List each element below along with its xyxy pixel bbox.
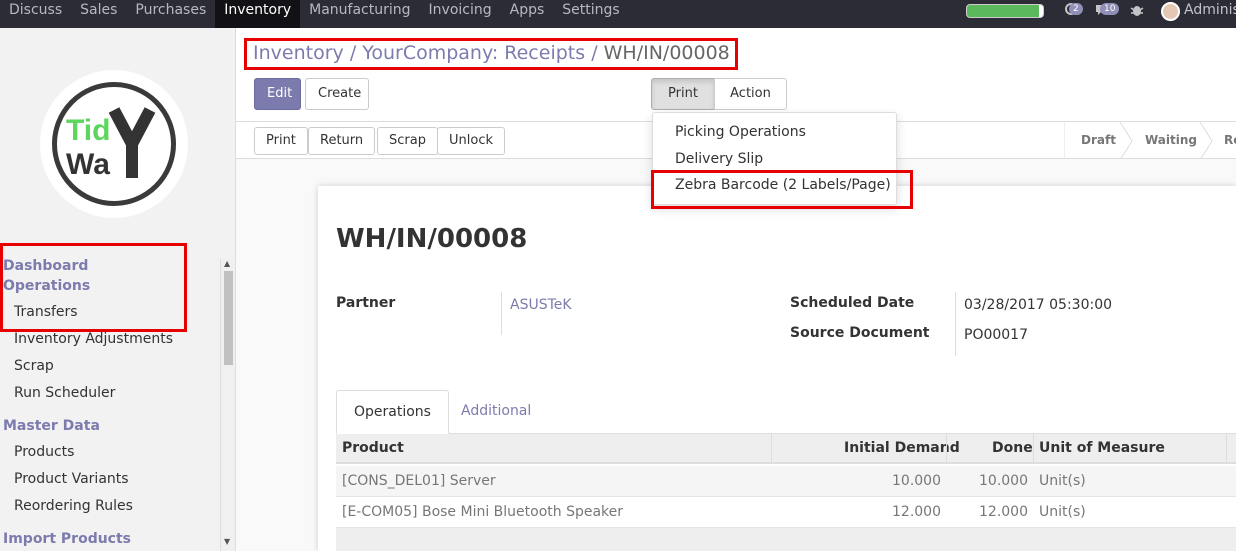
cell-unit-of-measure: Unit(s) — [1039, 504, 1086, 520]
logo-mark: Tid Wa — [66, 107, 156, 181]
field-separator — [501, 292, 502, 335]
column-separator — [771, 434, 772, 464]
document-title: WH/IN/00008 — [336, 224, 528, 254]
sidebar-item-scrap[interactable]: Scrap — [14, 358, 54, 374]
user-avatar[interactable] — [1161, 2, 1180, 21]
table-row[interactable]: [CONS_DEL01] Server 10.000 10.000 Unit(s… — [336, 466, 1236, 497]
cell-initial-demand: 10.000 — [892, 473, 941, 489]
scrap-button[interactable]: Scrap — [377, 127, 438, 155]
field-separator — [955, 292, 956, 356]
main-menu: Discuss Sales Purchases Inventory Manufa… — [0, 0, 629, 28]
column-done[interactable]: Done — [992, 440, 1033, 456]
print-button[interactable]: Print — [254, 127, 308, 155]
sidebar-item-run-scheduler[interactable]: Run Scheduler — [14, 385, 115, 401]
tab-additional-info[interactable]: Additional Info — [444, 390, 548, 461]
cell-done: 12.000 — [979, 504, 1028, 520]
create-button[interactable]: Create — [305, 78, 369, 110]
column-separator — [1033, 434, 1034, 464]
progress-fill — [967, 5, 1040, 17]
tab-operations[interactable]: Operations — [336, 390, 449, 434]
print-dropdown-label: Print — [668, 86, 698, 101]
column-product[interactable]: Product — [342, 440, 404, 456]
column-separator — [946, 434, 947, 464]
sidebar-item-products[interactable]: Products — [14, 444, 74, 460]
sidebar-scrollbar[interactable]: ▲ ▼ — [220, 259, 235, 551]
cell-done: 10.000 — [979, 473, 1028, 489]
scroll-up-arrow-icon[interactable]: ▲ — [224, 259, 230, 268]
menu-invoicing[interactable]: Invoicing — [420, 0, 501, 28]
scroll-down-arrow-icon[interactable]: ▼ — [224, 537, 230, 546]
column-initial-demand[interactable]: Initial Demand — [844, 440, 960, 456]
sidebar-section-import-products[interactable]: Import Products — [3, 531, 131, 547]
column-unit-of-measure[interactable]: Unit of Measure — [1039, 440, 1165, 456]
menu-sales[interactable]: Sales — [71, 0, 126, 28]
menu-settings[interactable]: Settings — [553, 0, 628, 28]
action-dropdown-button[interactable]: Action — [714, 78, 787, 126]
return-button[interactable]: Return — [308, 127, 376, 155]
scheduled-date-label: Scheduled Date — [790, 295, 915, 311]
menu-purchases[interactable]: Purchases — [126, 0, 215, 28]
sidebar-section-master-data[interactable]: Master Data — [3, 418, 100, 434]
svg-text:Wa: Wa — [66, 148, 110, 181]
partner-label: Partner — [336, 295, 396, 311]
column-separator — [1226, 434, 1227, 464]
menu-apps[interactable]: Apps — [501, 0, 554, 28]
highlight-box-breadcrumb — [244, 38, 738, 70]
source-document-value: PO00017 — [964, 327, 1028, 343]
top-navbar: Discuss Sales Purchases Inventory Manufa… — [0, 0, 1236, 28]
user-name[interactable]: Adminis — [1184, 2, 1236, 18]
menu-item-delivery-slip[interactable]: Delivery Slip — [675, 151, 763, 167]
sidebar-item-reordering-rules[interactable]: Reordering Rules — [14, 498, 133, 514]
menu-discuss[interactable]: Discuss — [0, 0, 71, 28]
sidebar-item-product-variants[interactable]: Product Variants — [14, 471, 129, 487]
cell-unit-of-measure: Unit(s) — [1039, 473, 1086, 489]
sidebar-item-inventory-adjustments[interactable]: Inventory Adjustments — [14, 331, 173, 347]
highlight-box-zebra-barcode — [651, 170, 913, 209]
table-row[interactable]: [E-COM05] Bose Mini Bluetooth Speaker 12… — [336, 497, 1236, 528]
stage-waiting[interactable]: Waiting — [1145, 122, 1197, 160]
svg-text:Tid: Tid — [66, 114, 110, 147]
edit-button[interactable]: Edit — [254, 78, 301, 110]
print-dropdown-button[interactable]: Print — [651, 78, 715, 126]
table-header: Product Initial Demand Done Unit of Meas… — [336, 434, 1236, 464]
scrollbar-thumb[interactable] — [224, 271, 233, 365]
menu-manufacturing[interactable]: Manufacturing — [300, 0, 419, 28]
scheduled-date-value: 03/28/2017 05:30:00 — [964, 297, 1113, 313]
source-document-label: Source Document — [790, 325, 930, 341]
messages-count-badge: 10 — [1100, 3, 1120, 15]
table-footer — [336, 528, 1236, 551]
cell-product: [CONS_DEL01] Server — [342, 473, 496, 489]
bug-icon[interactable] — [1130, 3, 1144, 20]
menu-inventory[interactable]: Inventory — [215, 0, 301, 28]
highlight-box-sidebar — [0, 243, 187, 332]
stage-draft[interactable]: Draft — [1081, 122, 1116, 160]
partner-value[interactable]: ASUSTeK — [510, 297, 572, 313]
loading-progress-bar — [966, 4, 1044, 18]
cell-product: [E-COM05] Bose Mini Bluetooth Speaker — [342, 504, 624, 520]
menu-item-picking-operations[interactable]: Picking Operations — [675, 124, 806, 140]
unlock-button[interactable]: Unlock — [437, 127, 505, 155]
cell-initial-demand: 12.000 — [892, 504, 941, 520]
action-dropdown-label: Action — [730, 86, 771, 101]
stage-ready[interactable]: Re — [1224, 122, 1236, 160]
activity-count-badge: 2 — [1069, 3, 1083, 15]
